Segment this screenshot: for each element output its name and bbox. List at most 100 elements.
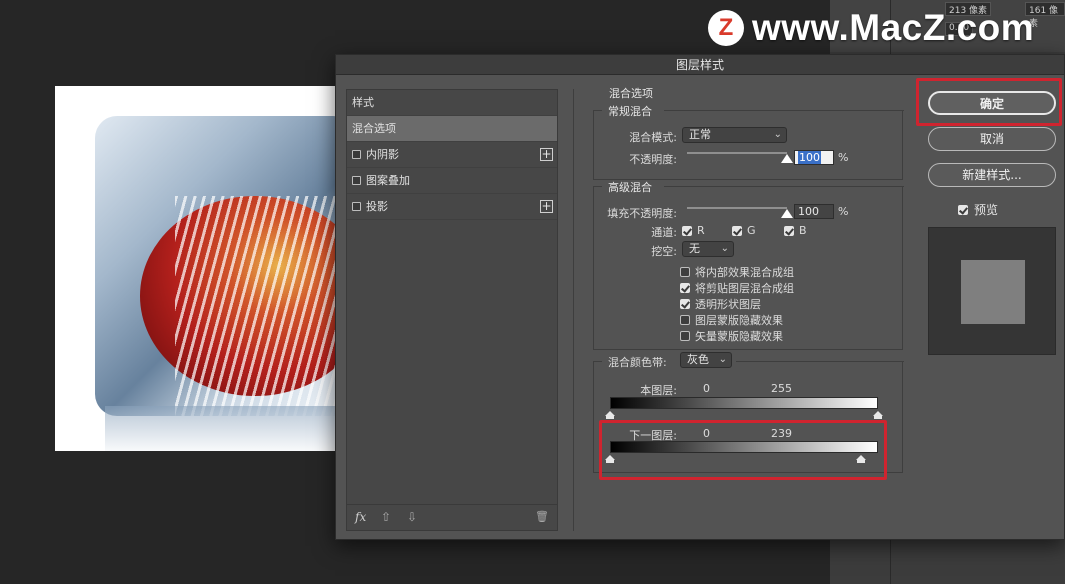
fill-opacity-input[interactable]: 100 [794,204,834,219]
style-item-label: 混合选项 [352,122,396,135]
this-layer-high-slider[interactable] [873,411,883,419]
blending-options-panel: 混合选项 常规混合 混合模式: 正常 ⌄ 不透明度: 100 % 高级混合 填充不… [593,87,913,531]
underlying-low-value: 0 [703,427,710,440]
style-item-drop-shadow[interactable]: 投影 + [347,194,557,220]
frost-overlay [175,196,335,426]
option-vector-mask-hides-checkbox[interactable]: 矢量蒙版隐藏效果 [680,328,783,344]
fill-opacity-slider-thumb[interactable] [781,209,793,218]
channel-label: G [747,224,756,237]
checkbox-icon [680,315,690,325]
style-item-label: 样式 [352,96,374,109]
preview-thumbnail [928,227,1056,355]
chevron-down-icon: ⌄ [720,243,729,254]
blend-if-group: 混合颜色带: 灰色 ⌄ 本图层: 0 255 下一图层: 0 239 [593,352,904,473]
new-style-button[interactable]: 新建样式... [928,163,1056,187]
option-label: 矢量蒙版隐藏效果 [695,330,783,343]
this-layer-low-value: 0 [703,382,710,395]
style-item-blending-options[interactable]: 混合选项 [347,116,557,142]
style-list-header[interactable]: 样式 [347,90,557,116]
trash-icon[interactable]: 🗑 [535,510,549,523]
checkbox-icon [784,225,794,236]
option-blend-clipped-checkbox[interactable]: 将剪贴图层混合成组 [680,280,794,296]
blend-if-select[interactable]: 灰色 ⌄ [680,352,732,368]
channel-g-checkbox[interactable]: G [732,224,756,237]
knockout-label: 挖空: [651,245,677,258]
option-label: 将剪贴图层混合成组 [695,282,794,295]
advanced-blending-group: 高级混合 填充不透明度: 100 % 通道: R G B 挖空: 无 ⌄ 将内部效… [593,181,904,350]
this-layer-low-slider[interactable] [605,411,615,419]
reflection [105,406,345,451]
underlying-high-slider[interactable] [856,455,867,463]
checkbox-icon [682,225,692,236]
this-layer-high-value: 255 [771,382,792,395]
fill-opacity-unit: % [838,205,849,218]
fx-icon[interactable]: fx [355,510,366,524]
preview-checkbox[interactable]: 预览 [958,201,998,218]
style-item-label: 投影 [366,200,388,213]
checkbox-icon [958,204,968,215]
add-inner-shadow-plus-icon[interactable]: + [540,148,553,161]
checkbox-icon [680,299,690,309]
channels-label: 通道: [651,226,677,239]
fill-opacity-slider-track[interactable] [687,207,787,209]
blend-mode-value: 正常 [689,128,711,141]
layer-style-dialog: 图层样式 样式 混合选项 内阴影 + 图案叠加 投影 + fx ⇧ ⇩ 🗑 混合… [335,54,1065,540]
canvas-document [55,86,345,451]
opacity-slider-thumb[interactable] [781,154,793,163]
style-list-footer: fx ⇧ ⇩ 🗑 [347,504,557,530]
watermark-text: www.MacZ.com [752,7,1035,48]
opacity-unit: % [838,151,849,164]
dialog-title: 图层样式 [336,55,1064,75]
channel-r-checkbox[interactable]: R [682,224,705,237]
inner-shadow-checkbox[interactable] [352,150,361,159]
move-down-icon[interactable]: ⇩ [407,510,417,524]
general-blending-title: 常规混合 [608,105,652,118]
option-transparency-shapes-checkbox[interactable]: 透明形状图层 [680,296,761,312]
channel-label: R [697,224,705,237]
style-item-inner-shadow[interactable]: 内阴影 + [347,142,557,168]
preview-swatch [961,260,1025,324]
opacity-slider-track[interactable] [687,152,787,154]
pattern-overlay-checkbox[interactable] [352,176,361,185]
watermark-logo-icon: Z [708,10,744,46]
move-up-icon[interactable]: ⇧ [381,510,391,524]
add-drop-shadow-plus-icon[interactable]: + [540,200,553,213]
preview-label: 预览 [974,203,999,217]
option-label: 透明形状图层 [695,298,761,311]
drop-shadow-checkbox[interactable] [352,202,361,211]
option-blend-interior-checkbox[interactable]: 将内部效果混合成组 [680,264,794,280]
blend-if-label: 混合颜色带: [608,356,667,369]
option-label: 图层蒙版隐藏效果 [695,314,783,327]
chevron-down-icon: ⌄ [773,129,782,140]
checkbox-icon [680,331,690,341]
opacity-label: 不透明度: [629,153,677,166]
column-divider [573,89,574,531]
style-item-pattern-overlay[interactable]: 图案叠加 [347,168,557,194]
this-layer-label: 本图层: [640,384,677,397]
blend-mode-select[interactable]: 正常 ⌄ [682,127,787,143]
ok-button[interactable]: 确定 [928,91,1056,115]
style-item-label: 图案叠加 [366,174,410,187]
channel-label: B [799,224,807,237]
blend-mode-label: 混合模式: [629,131,677,144]
underlying-low-slider[interactable] [605,455,615,463]
channel-b-checkbox[interactable]: B [784,224,807,237]
cancel-button[interactable]: 取消 [928,127,1056,151]
fill-opacity-label: 填充不透明度: [607,207,677,220]
checkbox-icon [680,267,690,277]
watermark: Z www.MacZ.com [708,7,1035,48]
general-blending-group: 常规混合 混合模式: 正常 ⌄ 不透明度: 100 % [593,105,904,180]
checkbox-icon [680,283,690,293]
checkbox-icon [732,225,742,236]
opacity-input[interactable]: 100 [794,150,834,165]
this-layer-gradient [610,397,878,409]
option-layer-mask-hides-checkbox[interactable]: 图层蒙版隐藏效果 [680,312,783,328]
chevron-down-icon: ⌄ [718,354,727,365]
knockout-value: 无 [689,242,700,255]
style-list: 样式 混合选项 内阴影 + 图案叠加 投影 + fx ⇧ ⇩ 🗑 [346,89,558,531]
underlying-layer-gradient [610,441,878,453]
knockout-select[interactable]: 无 ⌄ [682,241,734,257]
underlying-high-value: 239 [771,427,792,440]
opacity-value: 100 [798,151,821,164]
blend-if-value: 灰色 [687,353,709,366]
